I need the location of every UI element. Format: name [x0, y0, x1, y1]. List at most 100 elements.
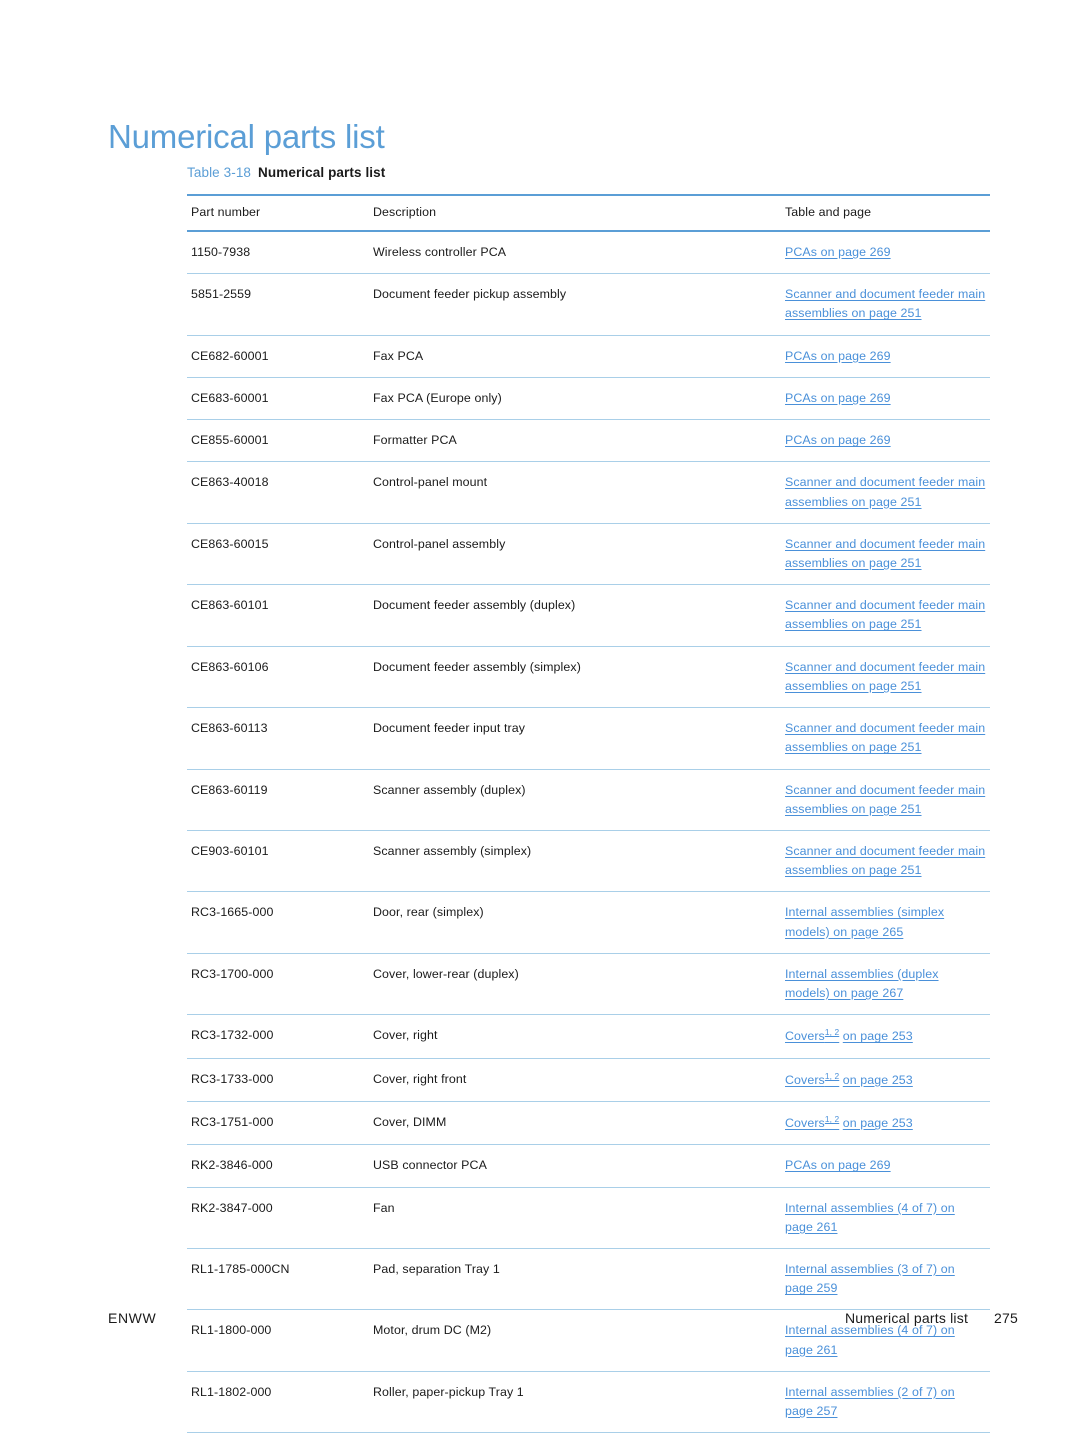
cell-part-number: RL1-1800-000	[187, 1309, 369, 1372]
cross-reference-link[interactable]: PCAs on page 269	[785, 1158, 891, 1172]
cell-table-and-page: Internal assemblies (4 of 7) on page 261	[781, 1187, 990, 1249]
cell-table-and-page: Covers1, 2 on page 253	[781, 1058, 990, 1102]
cross-reference-link[interactable]: Scanner and document feeder main assembl…	[785, 287, 985, 320]
cross-reference-link[interactable]: PCAs on page 269	[785, 245, 891, 259]
cell-table-and-page: Internal assemblies (2 of 7) on page 257	[781, 1371, 990, 1433]
table-row: CE863-60113 Document feeder input tray Sca…	[187, 707, 990, 770]
cross-reference-link[interactable]: Internal assemblies (4 of 7) on page 261	[785, 1323, 955, 1356]
cell-table-and-page: PCAs on page 269	[781, 377, 990, 421]
cross-reference-page[interactable]: on page 253	[843, 1073, 913, 1087]
footer-locale: ENWW	[108, 1310, 157, 1326]
table-row: RC3-1700-000 Cover, lower-rear (duplex) In…	[187, 953, 990, 1016]
table-row: CE682-60001 Fax PCA PCAs on page 269	[187, 335, 990, 378]
table-row: RC3-1751-000 Cover, DIMM Covers1, 2 on pag…	[187, 1101, 990, 1146]
cross-reference-link[interactable]: Scanner and document feeder main assembl…	[785, 475, 985, 508]
cross-reference-link[interactable]: Internal assemblies (3 of 7) on page 259	[785, 1262, 955, 1295]
column-header-table-and-page: Table and page	[781, 194, 990, 232]
cell-part-number: RK2-3846-000	[187, 1144, 369, 1188]
cell-part-number: CE682-60001	[187, 335, 369, 378]
cell-part-number: CE855-60001	[187, 419, 369, 463]
cell-table-and-page: PCAs on page 269	[781, 1144, 990, 1188]
cross-reference-link[interactable]: Scanner and document feeder main assembl…	[785, 844, 985, 877]
cell-part-number: RL1-1785-000CN	[187, 1248, 369, 1311]
cross-reference-link[interactable]: Covers1, 2	[785, 1070, 840, 1087]
table-row: CE863-60101 Document feeder assembly (dup…	[187, 584, 990, 647]
cell-table-and-page: PCAs on page 269	[781, 231, 990, 275]
table-row: CE903-60101 Scanner assembly (simplex) Sca…	[187, 830, 990, 893]
cross-reference-link[interactable]: PCAs on page 269	[785, 349, 891, 363]
table-row: RC3-1665-000 Door, rear (simplex) Internal…	[187, 891, 990, 954]
cell-description: Fax PCA	[369, 335, 781, 378]
table-header-row: Part number Description Table and page	[187, 194, 990, 232]
cross-reference-link[interactable]: Covers1, 2	[785, 1114, 839, 1130]
cross-reference-link[interactable]: Scanner and document feeder main assembl…	[785, 660, 985, 693]
cell-part-number: RC3-1665-000	[187, 891, 369, 954]
cell-description: Cover, lower-rear (duplex)	[369, 953, 781, 1016]
table-row: RL1-1785-000CN Pad, separation Tray 1 Inte…	[187, 1248, 990, 1311]
cross-reference-page[interactable]: on page 253	[843, 1029, 913, 1043]
cross-reference-page[interactable]: on page 253	[843, 1116, 913, 1130]
cell-description: Door, rear (simplex)	[369, 891, 781, 954]
cross-reference-link[interactable]: Scanner and document feeder main assembl…	[785, 598, 985, 631]
cell-table-and-page: Scanner and document feeder main assembl…	[781, 523, 990, 586]
cell-description: Cover, DIMM	[369, 1101, 781, 1146]
cell-part-number: CE863-60101	[187, 584, 369, 647]
cell-table-and-page: Covers1, 2 on page 253	[781, 1101, 990, 1146]
cell-description: Document feeder input tray	[369, 707, 781, 770]
cell-description: Roller, paper-pickup Tray 1	[369, 1371, 781, 1433]
cell-description: Document feeder assembly (duplex)	[369, 584, 781, 647]
footnote-superscript: 1, 2	[824, 1027, 840, 1038]
table-caption: Table 3-18 Numerical parts list	[187, 165, 385, 180]
cell-part-number: RC3-1732-000	[187, 1014, 369, 1059]
cell-description: Control-panel mount	[369, 461, 781, 524]
footnote-superscript: 1, 2	[824, 1070, 840, 1081]
table-row: CE863-60106 Document feeder assembly (sim…	[187, 646, 990, 709]
cell-part-number: CE863-40018	[187, 461, 369, 524]
cell-description: Pad, separation Tray 1	[369, 1248, 781, 1311]
cross-reference-link[interactable]: PCAs on page 269	[785, 433, 891, 447]
cross-reference-link[interactable]: PCAs on page 269	[785, 391, 891, 405]
cell-table-and-page: PCAs on page 269	[781, 419, 990, 463]
table-row: RK2-3847-000 Fan Internal assemblies (4 of…	[187, 1187, 990, 1249]
cell-part-number: CE683-60001	[187, 377, 369, 421]
cell-part-number: CE903-60101	[187, 830, 369, 893]
table-header: Part number Description Table and page	[187, 194, 990, 232]
table-row: CE683-60001 Fax PCA (Europe only) PCAs on …	[187, 377, 990, 421]
cell-description: Motor, drum DC (M2)	[369, 1309, 781, 1372]
numerical-parts-table: Part number Description Table and page 1…	[187, 194, 990, 1433]
cell-table-and-page: Scanner and document feeder main assembl…	[781, 584, 990, 647]
footer-section-title: Numerical parts list	[845, 1310, 969, 1326]
cross-reference-link[interactable]: Scanner and document feeder main assembl…	[785, 537, 985, 570]
cell-description: Document feeder assembly (simplex)	[369, 646, 781, 709]
table-row: RC3-1732-000 Cover, right Covers1, 2 on pa…	[187, 1014, 990, 1059]
column-header-description: Description	[369, 194, 781, 232]
cell-description: Scanner assembly (simplex)	[369, 830, 781, 893]
cross-reference-link[interactable]: Internal assemblies (2 of 7) on page 257	[785, 1385, 955, 1418]
page-title: Numerical parts list	[108, 118, 385, 156]
table-row: RL1-1802-000 Roller, paper-pickup Tray 1I…	[187, 1371, 990, 1433]
cell-table-and-page: Scanner and document feeder main assembl…	[781, 461, 990, 524]
cross-reference-link[interactable]: Scanner and document feeder main assembl…	[785, 721, 985, 754]
cross-reference-link[interactable]: Internal assemblies (simplex models) on …	[785, 905, 944, 938]
cross-reference-link[interactable]: Scanner and document feeder main assembl…	[785, 783, 985, 816]
table-caption-number: Table 3-18	[187, 165, 252, 180]
cell-description: Fax PCA (Europe only)	[369, 377, 781, 421]
footer-page-info: Numerical parts list 275	[845, 1310, 1018, 1326]
cross-reference-link[interactable]: Covers1, 2	[785, 1027, 840, 1043]
cross-reference-link[interactable]: Internal assemblies (duplex models) on p…	[785, 967, 939, 1000]
cell-table-and-page: Scanner and document feeder main assembl…	[781, 769, 990, 831]
cell-table-and-page: Scanner and document feeder main assembl…	[781, 830, 990, 893]
cell-part-number: RC3-1733-000	[187, 1058, 369, 1102]
cell-part-number: CE863-60015	[187, 523, 369, 586]
cell-part-number: RL1-1802-000	[187, 1371, 369, 1433]
table-row: 5851-2559 Document feeder pickup assembly…	[187, 273, 990, 336]
table-row: CE855-60001 Formatter PCA PCAs on page 269	[187, 419, 990, 463]
cell-description: Control-panel assembly	[369, 523, 781, 586]
table-row: CE863-60119 Scanner assembly (duplex) Scan…	[187, 769, 990, 831]
cell-part-number: CE863-60113	[187, 707, 369, 770]
cell-table-and-page: Internal assemblies (3 of 7) on page 259	[781, 1248, 990, 1311]
cell-part-number: RC3-1751-000	[187, 1101, 369, 1146]
cell-description: Cover, right	[369, 1014, 781, 1059]
cell-description: Wireless controller PCA	[369, 231, 781, 275]
cross-reference-link[interactable]: Internal assemblies (4 of 7) on page 261	[785, 1201, 955, 1234]
